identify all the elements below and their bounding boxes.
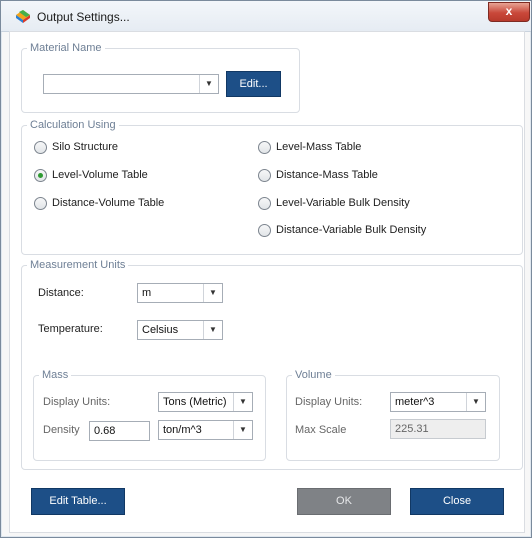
radio-level-mass-table[interactable]: Level-Mass Table — [258, 141, 408, 155]
radio-button-icon[interactable] — [34, 141, 47, 154]
title-bar[interactable]: Output Settings... x — [1, 1, 531, 32]
edit-table-button[interactable]: Edit Table... — [31, 488, 125, 515]
mass-group — [33, 375, 266, 461]
radio-label: Distance-Variable Bulk Density — [276, 224, 427, 236]
distance-label: Distance: — [38, 287, 84, 299]
chevron-down-icon[interactable]: ▼ — [199, 75, 218, 93]
radio-button-icon[interactable] — [258, 224, 271, 237]
temperature-combo[interactable]: Celsius ▼ — [137, 320, 223, 340]
volume-display-units-value: meter^3 — [395, 396, 435, 408]
radio-distance-variable-bulk-density[interactable]: Distance-Variable Bulk Density — [258, 224, 458, 238]
radio-label: Distance-Mass Table — [276, 169, 378, 181]
radio-label: Distance-Volume Table — [52, 197, 165, 209]
output-settings-window: Output Settings... x Material Name ▼ Edi… — [0, 0, 532, 538]
radio-label: Level-Mass Table — [276, 141, 362, 153]
volume-display-units-combo[interactable]: meter^3 ▼ — [390, 392, 486, 412]
material-name-group-title: Material Name — [27, 42, 105, 54]
radio-button-icon[interactable] — [258, 169, 271, 182]
calculation-group-title: Calculation Using — [27, 119, 119, 131]
measurement-units-group-title: Measurement Units — [27, 259, 129, 271]
chevron-down-icon[interactable]: ▼ — [466, 393, 485, 411]
chevron-down-icon[interactable]: ▼ — [233, 421, 252, 439]
chevron-down-icon[interactable]: ▼ — [203, 284, 222, 302]
mass-display-units-combo[interactable]: Tons (Metric) ▼ — [158, 392, 253, 412]
radio-label: Silo Structure — [52, 141, 119, 153]
radio-button-icon[interactable] — [258, 141, 271, 154]
density-input[interactable]: 0.68 — [89, 421, 150, 441]
ok-button[interactable]: OK — [297, 488, 391, 515]
mass-display-units-label: Display Units: — [43, 396, 111, 408]
max-scale-label: Max Scale — [295, 424, 347, 436]
density-units-value: ton/m^3 — [163, 424, 202, 436]
max-scale-field: 225.31 — [390, 419, 486, 439]
chevron-down-icon[interactable]: ▼ — [233, 393, 252, 411]
radio-distance-mass-table[interactable]: Distance-Mass Table — [258, 169, 408, 183]
radio-distance-volume-table[interactable]: Distance-Volume Table — [34, 197, 194, 211]
material-name-combo[interactable]: ▼ — [43, 74, 219, 94]
radio-button-icon[interactable] — [34, 197, 47, 210]
mass-display-units-value: Tons (Metric) — [163, 396, 227, 408]
distance-value: m — [142, 287, 152, 299]
close-button[interactable]: Close — [410, 488, 504, 515]
radio-label: Level-Volume Table — [52, 169, 148, 181]
app-icon — [16, 10, 30, 23]
material-edit-button[interactable]: Edit... — [226, 71, 281, 97]
mass-group-title: Mass — [39, 369, 72, 381]
volume-display-units-label: Display Units: — [295, 396, 363, 408]
window-close-button[interactable]: x — [488, 2, 530, 22]
radio-button-icon[interactable] — [258, 197, 271, 210]
radio-level-volume-table[interactable]: Level-Volume Table — [34, 169, 184, 183]
dialog-body: Material Name ▼ Edit... Calculation Usin… — [9, 31, 525, 533]
density-units-combo[interactable]: ton/m^3 ▼ — [158, 420, 253, 440]
distance-combo[interactable]: m ▼ — [137, 283, 223, 303]
radio-button-checked-icon[interactable] — [34, 169, 47, 182]
chevron-down-icon[interactable]: ▼ — [203, 321, 222, 339]
radio-level-variable-bulk-density[interactable]: Level-Variable Bulk Density — [258, 197, 438, 211]
window-title: Output Settings... — [37, 10, 130, 24]
volume-group — [286, 375, 500, 461]
temperature-value: Celsius — [142, 324, 179, 336]
volume-group-title: Volume — [292, 369, 335, 381]
density-label: Density — [43, 424, 80, 436]
radio-silo-structure[interactable]: Silo Structure — [34, 141, 184, 155]
radio-label: Level-Variable Bulk Density — [276, 197, 410, 209]
temperature-label: Temperature: — [38, 323, 103, 335]
